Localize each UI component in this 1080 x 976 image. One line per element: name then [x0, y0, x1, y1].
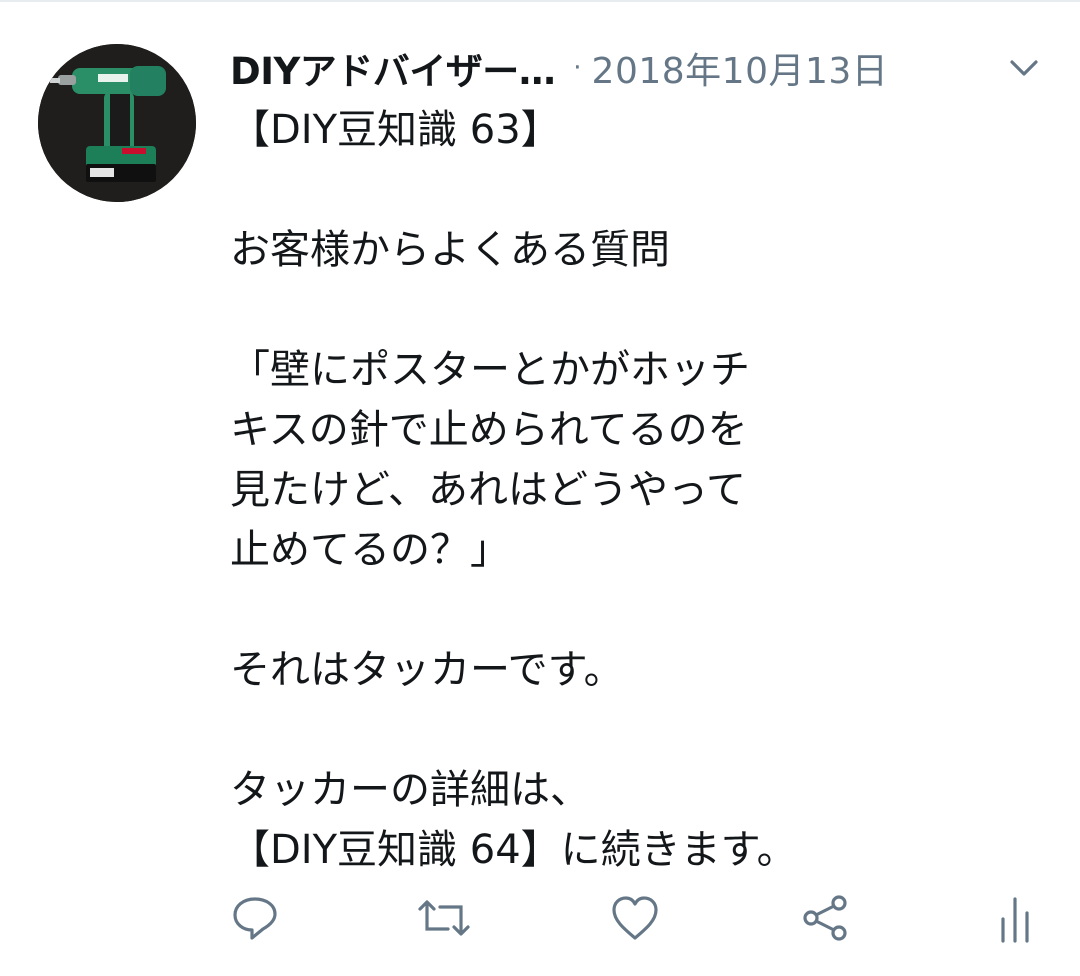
- reply-icon: [233, 897, 277, 940]
- retweet-icon: [418, 900, 470, 936]
- reply-button[interactable]: [225, 888, 285, 948]
- analytics-button[interactable]: [985, 888, 1045, 948]
- tweet-text-line: キスの針で止められてるのを: [230, 407, 748, 453]
- like-button[interactable]: [605, 888, 665, 948]
- impact-driver-avatar-icon: [38, 44, 196, 202]
- share-button[interactable]: [796, 888, 856, 948]
- tweet-text-line: [230, 160, 850, 220]
- tweet-text-line: 「壁にポスターとかがホッチ: [230, 347, 750, 393]
- tweet-text: 【DIY豆知識 63】 お客様からよくある質問 「壁にポスターとかがホッチ キス…: [230, 100, 850, 880]
- tweet-text-line: [230, 700, 850, 760]
- tweet-header: DIYアドバイザー… · 2018年10月13日: [230, 40, 1050, 96]
- tweet-text-line: お客様からよくある質問: [230, 227, 670, 273]
- tweet-text-line: [230, 280, 850, 340]
- tweet-text-line: 【DIY豆知識 63】: [230, 107, 561, 153]
- tweet[interactable]: DIYアドバイザー… · 2018年10月13日 【DIY豆知識 63】 お客様…: [0, 0, 1080, 976]
- tweet-text-line: それはタッカーです。: [230, 647, 624, 693]
- chevron-down-icon[interactable]: [1008, 54, 1040, 82]
- avatar[interactable]: [38, 44, 196, 202]
- retweet-button[interactable]: [414, 888, 474, 948]
- tweet-action-bar: [0, 888, 1080, 948]
- author-display-name[interactable]: DIYアドバイザー…: [230, 41, 556, 95]
- tweet-text-line: [230, 580, 850, 640]
- tweet-text-line: 【DIY豆知識 64】に続きます。: [230, 827, 797, 873]
- share-icon: [803, 895, 847, 941]
- like-icon: [612, 896, 658, 940]
- analytics-icon: [1001, 897, 1029, 943]
- tweet-text-line: 見たけど、あれはどうやって: [230, 467, 746, 513]
- tweet-timestamp[interactable]: 2018年10月13日: [592, 42, 889, 94]
- tweet-text-line: 止めてるの？」: [230, 527, 510, 573]
- tweet-text-line: タッカーの詳細は、: [230, 767, 590, 813]
- header-separator: ·: [573, 53, 582, 83]
